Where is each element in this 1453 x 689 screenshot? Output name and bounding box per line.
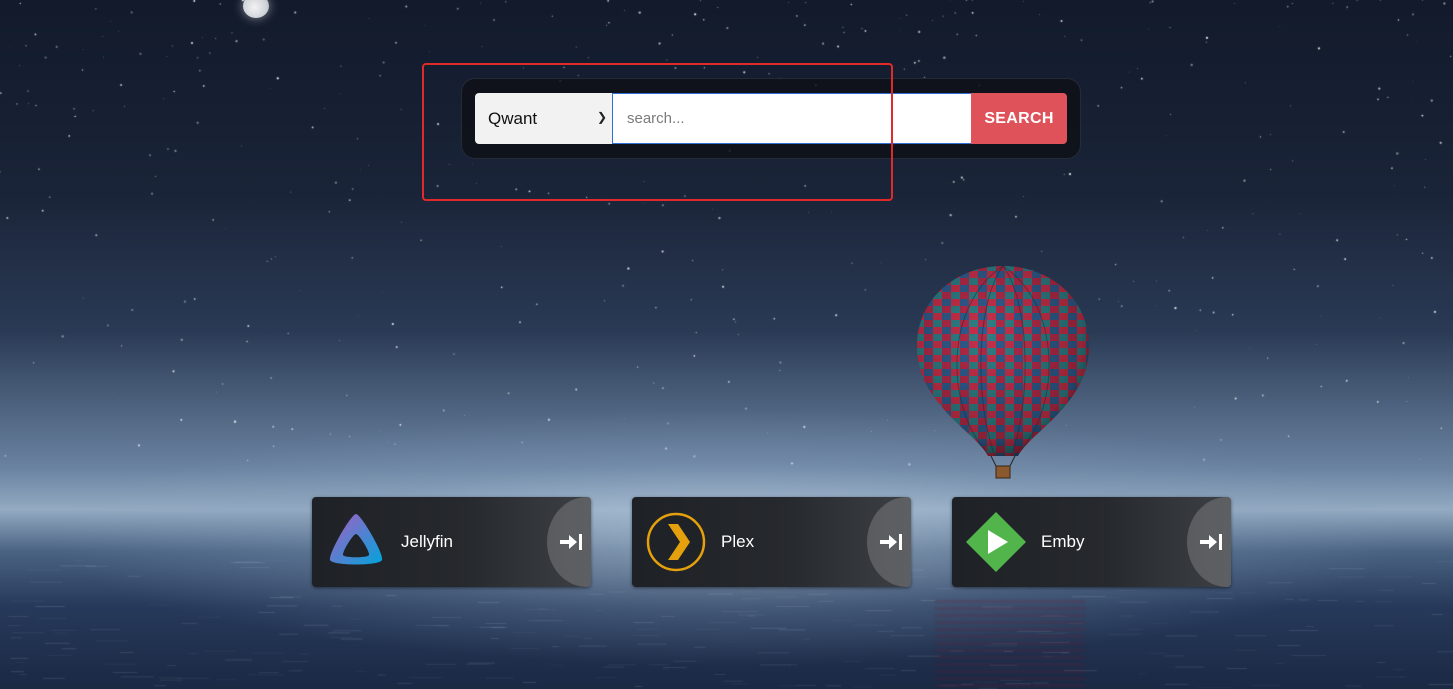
service-tile-plex[interactable]: Plex bbox=[632, 497, 911, 587]
open-button-emby[interactable] bbox=[1187, 497, 1231, 587]
service-name-plex: Plex bbox=[721, 532, 755, 551]
plex-icon bbox=[646, 512, 706, 572]
chevron-down-icon: ❯ bbox=[596, 110, 607, 124]
sign-in-arrow-icon bbox=[880, 534, 902, 550]
balloon-reflection bbox=[935, 600, 1085, 689]
sign-in-arrow-icon bbox=[560, 534, 582, 550]
open-button-jellyfin[interactable] bbox=[547, 497, 591, 587]
service-tile-jellyfin[interactable]: Jellyfin bbox=[312, 497, 591, 587]
emby-icon bbox=[966, 512, 1026, 572]
search-button[interactable]: SEARCH bbox=[971, 93, 1067, 144]
service-name-emby: Emby bbox=[1041, 532, 1085, 551]
service-tile-emby[interactable]: Emby bbox=[952, 497, 1231, 587]
sign-in-arrow-icon bbox=[1200, 534, 1222, 550]
search-input[interactable] bbox=[612, 93, 972, 144]
open-button-plex[interactable] bbox=[867, 497, 911, 587]
jellyfin-icon bbox=[329, 514, 383, 565]
service-name-jellyfin: Jellyfin bbox=[401, 532, 453, 551]
search-engine-select[interactable]: Qwant ❯ bbox=[475, 93, 613, 144]
search-engine-value: Qwant bbox=[488, 108, 538, 128]
hot-air-balloon-image bbox=[917, 265, 1089, 479]
